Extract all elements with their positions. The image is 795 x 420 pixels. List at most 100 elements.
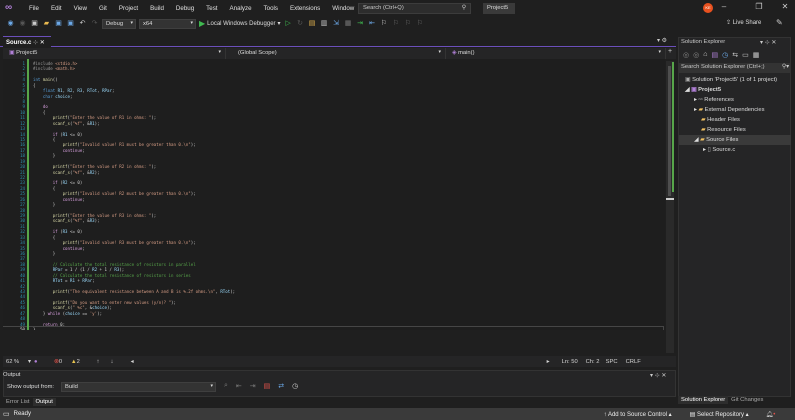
next-issue-icon[interactable]: ↓ bbox=[111, 359, 131, 365]
back-icon[interactable]: ◉ bbox=[6, 19, 15, 28]
configuration-select[interactable]: Debug bbox=[102, 18, 136, 29]
whitespace-mode[interactable]: SPC bbox=[606, 359, 622, 365]
pending-changes-icon[interactable]: ◷ bbox=[722, 51, 728, 59]
sync-icon[interactable]: ⇆ bbox=[732, 51, 738, 59]
column-number[interactable]: Ch: 2 bbox=[586, 359, 602, 365]
word-wrap-icon[interactable]: ⇄ bbox=[278, 382, 284, 390]
forward-icon[interactable]: ◉ bbox=[18, 19, 27, 28]
code-token: scanf_s bbox=[52, 218, 70, 224]
tab-output[interactable]: Output bbox=[32, 398, 56, 406]
menu-extensions[interactable]: Extensions bbox=[284, 5, 326, 12]
solution-explorer-controls-icon[interactable]: ▾ ⊹ ✕ bbox=[760, 39, 776, 46]
output-source-select[interactable]: Build bbox=[61, 382, 216, 392]
warning-count[interactable]: 2 bbox=[77, 359, 97, 365]
clear-bookmarks-icon[interactable]: ⚐ bbox=[416, 19, 425, 28]
tree-item-header-files[interactable]: ▰ Header Files bbox=[679, 115, 791, 125]
close-tab-icon[interactable]: ✕ bbox=[40, 40, 45, 46]
save-all-icon[interactable]: ▣ bbox=[66, 19, 75, 28]
menu-test[interactable]: Test bbox=[200, 5, 223, 12]
menu-debug[interactable]: Debug bbox=[170, 5, 200, 12]
start-debugging-button[interactable]: ▶ Local Windows Debugger ▾ bbox=[199, 19, 281, 28]
solution-search-input[interactable]: Search Solution Explorer (Ctrl+;) ⚲▾ bbox=[679, 63, 791, 73]
prev-bookmark-icon[interactable]: ⚐ bbox=[392, 19, 401, 28]
tree-item-resource-files[interactable]: ▰ Resource Files bbox=[679, 125, 791, 135]
scrollbar-thumb[interactable] bbox=[668, 66, 671, 196]
switch-views-icon[interactable]: ▤ bbox=[711, 51, 718, 59]
scroll-left-icon[interactable]: ◂ bbox=[131, 359, 547, 365]
hot-reload-icon[interactable]: ↻ bbox=[296, 19, 305, 28]
menu-git[interactable]: Git bbox=[93, 5, 113, 12]
solution-configurations-icon[interactable]: ▤ bbox=[308, 19, 317, 28]
outdent-icon[interactable]: ⇤ bbox=[368, 19, 377, 28]
comment-icon[interactable]: ▦ bbox=[344, 19, 353, 28]
add-icon[interactable]: + bbox=[666, 48, 672, 59]
forward-icon[interactable]: ◎ bbox=[693, 51, 699, 59]
live-share-button[interactable]: ⇪ Live Share bbox=[726, 19, 761, 26]
step-icon[interactable]: ⇲ bbox=[332, 19, 341, 28]
menu-tools[interactable]: Tools bbox=[258, 5, 284, 12]
previous-issue-icon[interactable]: ↑ bbox=[97, 359, 111, 365]
redo-icon[interactable]: ↷ bbox=[90, 19, 99, 28]
home-icon[interactable]: ⌂ bbox=[703, 51, 707, 59]
notifications-icon[interactable]: 🔔︎• bbox=[766, 411, 776, 418]
pin-icon[interactable]: ⊹ bbox=[33, 40, 38, 46]
feedback-icon[interactable]: ✎ bbox=[776, 18, 783, 27]
copilot-icon[interactable]: ● bbox=[34, 359, 54, 365]
close-button[interactable]: ✕ bbox=[775, 2, 795, 14]
restore-button[interactable]: ❐ bbox=[749, 2, 769, 14]
back-icon[interactable]: ◎ bbox=[683, 51, 689, 59]
code-line[interactable]: 50} bbox=[3, 325, 664, 330]
next-message-icon[interactable]: ⇥ bbox=[250, 382, 256, 390]
avatar[interactable]: KE bbox=[703, 3, 713, 13]
tab-git-changes[interactable]: Git Changes bbox=[728, 396, 766, 404]
error-count[interactable]: 0 bbox=[59, 359, 71, 365]
code-token: R1 bbox=[69, 278, 75, 284]
tree-item-source-files[interactable]: ◢ ▰ Source Files bbox=[679, 135, 791, 145]
previous-message-icon[interactable]: ⇤ bbox=[236, 382, 242, 390]
add-to-source-control-button[interactable]: ↑ Add to Source Control ▴ bbox=[604, 411, 690, 418]
menu-build[interactable]: Build bbox=[144, 5, 170, 12]
scroll-right-icon[interactable]: ▸ bbox=[547, 359, 562, 365]
show-all-files-icon[interactable]: ▦ bbox=[753, 51, 760, 59]
bookmark-icon[interactable]: ⚐ bbox=[380, 19, 389, 28]
tab-source-c[interactable]: Source.c ⊹ ✕ bbox=[3, 36, 51, 47]
clear-all-icon[interactable]: ▤ bbox=[264, 382, 271, 390]
function-dropdown[interactable]: ◈ main() bbox=[446, 48, 666, 59]
collapse-all-icon[interactable]: ▭ bbox=[742, 51, 749, 59]
line-number[interactable]: Ln: 50 bbox=[562, 359, 582, 365]
find-message-icon[interactable]: ⌕ bbox=[224, 382, 228, 390]
select-repository-button[interactable]: ▤ Select Repository ▴ bbox=[690, 411, 766, 418]
start-without-debugging-icon[interactable]: ▷ bbox=[284, 19, 293, 28]
save-icon[interactable]: ▣ bbox=[54, 19, 63, 28]
menu-project[interactable]: Project bbox=[113, 5, 144, 12]
menu-file[interactable]: File bbox=[23, 5, 45, 12]
tab-error-list[interactable]: Error List bbox=[3, 398, 33, 406]
tab-options-icon[interactable]: ▾ ⚙ bbox=[657, 37, 667, 44]
tree-item-solution[interactable]: ▣ Solution 'Project5' (1 of 1 project) bbox=[679, 75, 791, 85]
minimize-button[interactable]: – bbox=[714, 2, 734, 14]
scope-dropdown[interactable]: (Global Scope) bbox=[226, 48, 446, 59]
tab-solution-explorer[interactable]: Solution Explorer bbox=[678, 396, 729, 404]
menu-view[interactable]: View bbox=[68, 5, 93, 12]
tree-item-project[interactable]: ◢ ▣ Project5 bbox=[679, 85, 791, 95]
zoom-level[interactable]: 62 % bbox=[6, 359, 28, 365]
line-endings[interactable]: CRLF bbox=[626, 359, 641, 365]
project-dropdown[interactable]: ▣ Project5 bbox=[3, 48, 226, 59]
next-bookmark-icon[interactable]: ⚐ bbox=[404, 19, 413, 28]
tree-item-source-c[interactable]: ▸ ▯ Source.c bbox=[679, 145, 791, 155]
menu-edit[interactable]: Edit bbox=[45, 5, 68, 12]
menu-analyze[interactable]: Analyze bbox=[224, 5, 258, 12]
code-editor[interactable]: 1 #include <stdio.h> 2 #include <math.h> 3 4 i… bbox=[3, 59, 665, 330]
search-input[interactable]: Search (Ctrl+Q) ⚲ bbox=[358, 3, 471, 14]
menu-window[interactable]: Window bbox=[326, 5, 360, 12]
tree-item-external-dependencies[interactable]: ▸ ▰ External Dependencies bbox=[679, 105, 791, 115]
undo-icon[interactable]: ↶ bbox=[78, 19, 87, 28]
timestamp-icon[interactable]: ◷ bbox=[292, 382, 298, 390]
new-item-icon[interactable]: ▣ bbox=[30, 19, 39, 28]
tree-item-references[interactable]: ▸ ▫▫ References bbox=[679, 95, 791, 105]
window-layout-icon[interactable]: ▥ bbox=[320, 19, 329, 28]
open-icon[interactable]: ▰ bbox=[42, 19, 51, 28]
platform-select[interactable]: x64 bbox=[139, 18, 196, 29]
indent-icon[interactable]: ⇥ bbox=[356, 19, 365, 28]
output-panel-controls-icon[interactable]: ▾ ⊹ ✕ bbox=[650, 372, 666, 379]
